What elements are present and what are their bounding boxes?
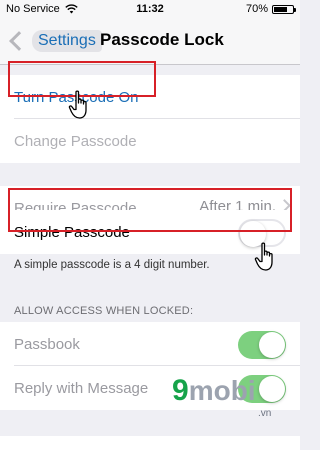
change-passcode-label: Change Passcode — [14, 132, 137, 150]
reply-with-message-label: Reply with Message — [14, 379, 149, 397]
back-button[interactable]: Settings — [8, 26, 102, 56]
change-passcode-cell: Change Passcode — [0, 119, 300, 163]
passbook-label: Passbook — [14, 335, 80, 353]
page-title: Passcode Lock — [100, 30, 224, 49]
hand-pointer-icon — [68, 90, 87, 119]
toggle-knob — [259, 332, 285, 358]
battery-icon — [272, 4, 296, 14]
simple-passcode-footnote: A simple passcode is a 4 digit number. — [14, 259, 210, 271]
passbook-cell: Passbook — [0, 322, 300, 366]
navigation-bar: Settings Passcode Lock — [0, 18, 300, 65]
section-header-allow-access: ALLOW ACCESS WHEN LOCKED: — [14, 305, 194, 317]
chevron-left-icon — [8, 26, 20, 56]
status-bar: No Service 11:32 70% — [0, 0, 300, 18]
next-cell-partial — [0, 436, 300, 450]
battery-percent: 70% — [245, 3, 268, 15]
back-button-label: Settings — [32, 30, 102, 52]
simple-passcode-label: Simple Passcode — [14, 223, 130, 241]
turn-passcode-on-cell[interactable]: Turn Passcode On — [0, 75, 300, 119]
passbook-toggle[interactable] — [238, 331, 286, 359]
battery-fill — [274, 6, 287, 12]
hand-pointer-icon — [254, 242, 273, 271]
toggle-knob — [259, 376, 285, 402]
watermark-logo: 9mobi .vn — [172, 374, 272, 419]
